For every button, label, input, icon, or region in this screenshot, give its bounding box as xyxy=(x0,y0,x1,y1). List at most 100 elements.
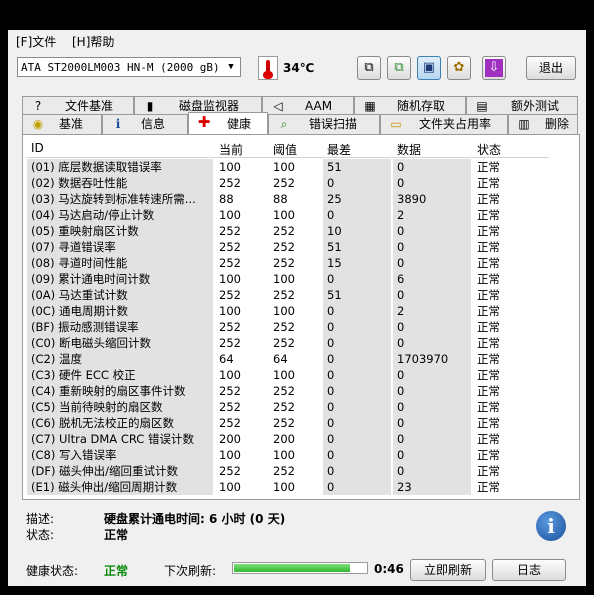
status-value: 正常 xyxy=(473,319,523,335)
table-row[interactable]: (E1) 磁头伸出/缩回周期计数 100 100 0 23 正常 xyxy=(27,479,549,495)
current-value: 252 xyxy=(215,319,267,335)
worst-value: 0 xyxy=(323,335,391,351)
current-value: 252 xyxy=(215,399,267,415)
attribute-name: (02) 数据吞吐性能 xyxy=(27,175,213,191)
table-row[interactable]: (02) 数据吞吐性能 252 252 0 0 正常 xyxy=(27,175,549,191)
threshold-value: 252 xyxy=(269,319,321,335)
copy-button[interactable]: ⧉ xyxy=(357,56,381,80)
raw-data-value: 0 xyxy=(393,239,471,255)
save-icon: ▣ xyxy=(422,60,436,75)
log-button[interactable]: 日志 xyxy=(492,559,566,581)
status-value: 正常 xyxy=(473,159,523,175)
worst-value: 0 xyxy=(323,383,391,399)
attribute-name: (C2) 温度 xyxy=(27,351,213,367)
raw-data-value: 2 xyxy=(393,207,471,223)
tab-random-access[interactable]: ▦ 随机存取 xyxy=(354,96,466,116)
raw-data-value: 0 xyxy=(393,367,471,383)
raw-data-value: 0 xyxy=(393,431,471,447)
refresh-now-button[interactable]: 立即刷新 xyxy=(410,559,486,581)
menu-help[interactable]: [H]帮助 xyxy=(72,33,114,50)
raw-data-value: 0 xyxy=(393,319,471,335)
table-row[interactable]: (04) 马达启动/停止计数 100 100 0 2 正常 xyxy=(27,207,549,223)
attribute-name: (C7) Ultra DMA CRC 错误计数 xyxy=(27,431,213,447)
info-icon[interactable]: i xyxy=(536,511,566,541)
copy-all-button[interactable]: ⧉ xyxy=(387,56,411,80)
table-row[interactable]: (C3) 硬件 ECC 校正 100 100 0 0 正常 xyxy=(27,367,549,383)
table-row[interactable]: (01) 底层数据读取错误率 100 100 51 0 正常 xyxy=(27,159,549,175)
options-button[interactable]: ✿ xyxy=(447,56,471,80)
tab-folder-usage[interactable]: ▭ 文件夹占用率 xyxy=(380,114,508,134)
header-threshold[interactable]: 阈值 xyxy=(273,141,297,158)
table-row[interactable]: (0C) 通电周期计数 100 100 0 2 正常 xyxy=(27,303,549,319)
header-current[interactable]: 当前 xyxy=(219,141,243,158)
table-row[interactable]: (C6) 脱机无法校正的扇区数 252 252 0 0 正常 xyxy=(27,415,549,431)
table-row[interactable]: (08) 寻道时间性能 252 252 15 0 正常 xyxy=(27,255,549,271)
raw-data-value: 0 xyxy=(393,399,471,415)
current-value: 100 xyxy=(215,303,267,319)
table-row[interactable]: (C7) Ultra DMA CRC 错误计数 200 200 0 0 正常 xyxy=(27,431,549,447)
status-label: 状态: xyxy=(26,528,55,542)
header-data[interactable]: 数据 xyxy=(397,141,421,158)
download-icon: ⇩ xyxy=(485,59,503,77)
attribute-name: (09) 累计通电时间计数 xyxy=(27,271,213,287)
raw-data-value: 0 xyxy=(393,287,471,303)
save-button[interactable]: ▣ xyxy=(417,56,441,80)
table-row[interactable]: (0A) 马达重试计数 252 252 51 0 正常 xyxy=(27,287,549,303)
table-row[interactable]: (C5) 当前待映射的扇区数 252 252 0 0 正常 xyxy=(27,399,549,415)
tab-file-benchmark[interactable]: ? 文件基准 xyxy=(22,96,134,116)
current-value: 252 xyxy=(215,287,267,303)
threshold-value: 252 xyxy=(269,399,321,415)
header-id[interactable]: ID xyxy=(31,141,44,155)
raw-data-value: 0 xyxy=(393,447,471,463)
header-worst[interactable]: 最差 xyxy=(327,141,351,158)
tab-benchmark[interactable]: ◉ 基准 xyxy=(22,114,102,134)
bar-chart-icon: ▮ xyxy=(146,99,154,113)
attribute-name: (03) 马达旋转到标准转速所需... xyxy=(27,191,213,207)
tab-erase[interactable]: ▥ 删除 xyxy=(508,114,578,134)
worst-value: 0 xyxy=(323,271,391,287)
tab-aam[interactable]: ◁ AAM xyxy=(262,96,354,116)
options-icon: ✿ xyxy=(453,60,465,75)
header-status[interactable]: 状态 xyxy=(477,141,501,158)
tab-info[interactable]: i 信息 xyxy=(102,114,188,134)
worst-value: 10 xyxy=(323,223,391,239)
status-value: 正常 xyxy=(473,335,523,351)
table-row[interactable]: (C4) 重新映射的扇区事件计数 252 252 0 0 正常 xyxy=(27,383,549,399)
table-row[interactable]: (C2) 温度 64 64 0 1703970 正常 xyxy=(27,351,549,367)
status-value: 正常 xyxy=(473,175,523,191)
download-button[interactable]: ⇩ xyxy=(482,56,506,80)
table-row[interactable]: (05) 重映射扇区计数 252 252 10 0 正常 xyxy=(27,223,549,239)
menu-file[interactable]: [F]文件 xyxy=(16,33,56,50)
worst-value: 51 xyxy=(323,239,391,255)
tab-label: 信息 xyxy=(141,117,166,131)
speaker-icon: ◁ xyxy=(273,99,283,113)
grid-icon: ▦ xyxy=(364,99,376,113)
status-value: 正常 xyxy=(473,399,523,415)
tab-label: 文件夹占用率 xyxy=(419,117,492,131)
table-row[interactable]: (C0) 断电磁头缩回计数 252 252 0 0 正常 xyxy=(27,335,549,351)
drive-select[interactable]: ATA ST2000LM003 HN-M (2000 gB) ▼ xyxy=(17,57,241,77)
table-row[interactable]: (BF) 振动感测错误率 252 252 0 0 正常 xyxy=(27,319,549,335)
threshold-value: 252 xyxy=(269,255,321,271)
status-value: 正常 xyxy=(473,207,523,223)
exit-button[interactable]: 退出 xyxy=(526,56,576,80)
worst-value: 0 xyxy=(323,367,391,383)
tab-error-scan[interactable]: ⌕ 错误扫描 xyxy=(268,114,380,134)
table-row[interactable]: (DF) 磁头伸出/缩回重试计数 252 252 0 0 正常 xyxy=(27,463,549,479)
tab-health[interactable]: ✚ 健康 xyxy=(188,112,268,134)
current-value: 252 xyxy=(215,415,267,431)
table-row[interactable]: (C8) 写入错误率 100 100 0 0 正常 xyxy=(27,447,549,463)
help-icon: ? xyxy=(34,99,42,113)
magnifier-icon: ⌕ xyxy=(280,117,288,131)
attribute-name: (04) 马达启动/停止计数 xyxy=(27,207,213,223)
tab-extra-tests[interactable]: ▤ 额外测试 xyxy=(466,96,578,116)
table-row[interactable]: (03) 马达旋转到标准转速所需... 88 88 25 3890 正常 xyxy=(27,191,549,207)
attribute-name: (01) 底层数据读取错误率 xyxy=(27,159,213,175)
thermometer-icon xyxy=(258,56,278,80)
table-row[interactable]: (09) 累计通电时间计数 100 100 0 6 正常 xyxy=(27,271,549,287)
chevron-down-icon[interactable]: ▼ xyxy=(224,60,238,74)
raw-data-value: 0 xyxy=(393,175,471,191)
menu-bar: [F]文件 [H]帮助 xyxy=(8,30,586,50)
table-row[interactable]: (07) 寻道错误率 252 252 51 0 正常 xyxy=(27,239,549,255)
worst-value: 0 xyxy=(323,463,391,479)
